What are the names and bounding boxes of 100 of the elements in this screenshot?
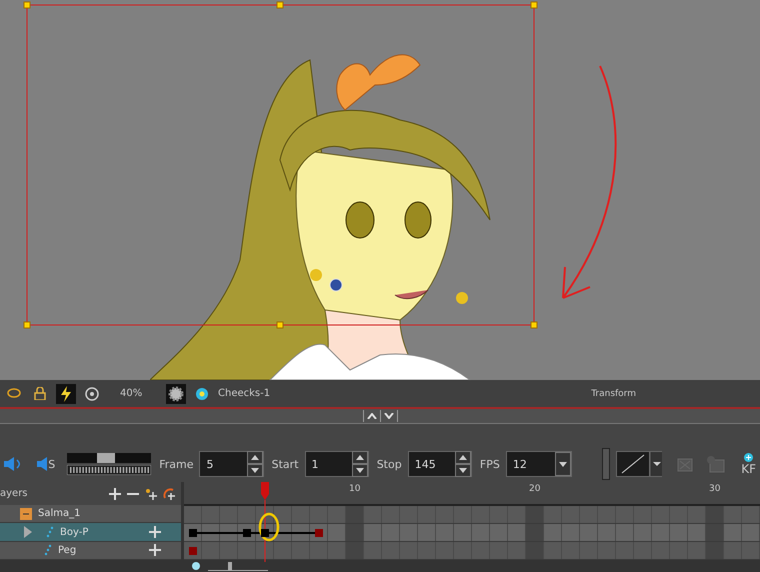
- frame-cell[interactable]: [544, 506, 562, 524]
- frame-cell[interactable]: [670, 506, 688, 524]
- frame-cell[interactable]: [472, 506, 490, 524]
- frame-cell[interactable]: [400, 542, 418, 559]
- frame-cell[interactable]: [274, 542, 292, 559]
- frame-cell[interactable]: [508, 524, 526, 542]
- frame-cell[interactable]: [436, 542, 454, 559]
- frame-cell[interactable]: [436, 524, 454, 542]
- frame-cell[interactable]: [310, 506, 328, 524]
- frame-cell[interactable]: [742, 542, 760, 559]
- frame-cell[interactable]: [544, 542, 562, 559]
- frame-cell[interactable]: [346, 506, 364, 524]
- frame-cell[interactable]: [652, 506, 670, 524]
- add-peg-icon[interactable]: [145, 488, 157, 500]
- frame-cell[interactable]: [580, 506, 598, 524]
- keyframe[interactable]: [261, 529, 270, 538]
- frame-cell[interactable]: [616, 542, 634, 559]
- frame-cell[interactable]: [688, 542, 706, 559]
- frame-cell[interactable]: [364, 542, 382, 559]
- splitter-handle[interactable]: [602, 448, 610, 480]
- frame-ruler[interactable]: 10 20 30: [184, 482, 760, 506]
- frame-cell[interactable]: [238, 542, 256, 559]
- spin-down-button[interactable]: [454, 464, 471, 477]
- speaker-icon[interactable]: [4, 457, 22, 471]
- frame-cell[interactable]: [490, 524, 508, 542]
- speaker-icon[interactable]: [37, 457, 48, 471]
- scrollbar[interactable]: [184, 560, 760, 572]
- layer-row[interactable]: Peg: [0, 542, 181, 560]
- playhead[interactable]: [260, 482, 270, 562]
- spin-down-button[interactable]: [246, 464, 263, 477]
- bounding-box[interactable]: [23, 1, 539, 331]
- spin-up-button[interactable]: [454, 451, 471, 464]
- frame-cell[interactable]: [418, 542, 436, 559]
- frame-cell[interactable]: [472, 542, 490, 559]
- frame-cell[interactable]: [634, 506, 652, 524]
- frame-cell[interactable]: [382, 524, 400, 542]
- add-icon[interactable]: [149, 544, 161, 556]
- spin-down-button[interactable]: [352, 464, 368, 477]
- frame-cell[interactable]: [220, 506, 238, 524]
- frame-cell[interactable]: [508, 542, 526, 559]
- collapse-down-button[interactable]: [380, 410, 398, 422]
- keyframe[interactable]: [189, 529, 198, 538]
- frame-cell[interactable]: [742, 506, 760, 524]
- scrollbar[interactable]: [0, 560, 181, 572]
- frame-cell[interactable]: [436, 506, 454, 524]
- frame-cell[interactable]: [184, 506, 202, 524]
- frame-cell[interactable]: [616, 524, 634, 542]
- linear-interpolation-dropdown[interactable]: [616, 451, 662, 477]
- frame-cell[interactable]: [688, 506, 706, 524]
- frame-cell[interactable]: [202, 542, 220, 559]
- frame-cell[interactable]: [346, 542, 364, 559]
- frame-cell[interactable]: [706, 506, 724, 524]
- frame-cell[interactable]: [724, 542, 742, 559]
- frame-cell[interactable]: [364, 506, 382, 524]
- frame-cell[interactable]: [562, 542, 580, 559]
- frame-cell[interactable]: [202, 506, 220, 524]
- frame-cell[interactable]: [364, 524, 382, 542]
- frame-cell[interactable]: [418, 524, 436, 542]
- layer-row[interactable]: Boy-P: [0, 523, 181, 542]
- frame-cell[interactable]: [742, 524, 760, 542]
- add-effect-icon[interactable]: [163, 488, 175, 500]
- frame-cell[interactable]: [382, 542, 400, 559]
- spin-up-button[interactable]: [352, 451, 368, 464]
- frame-cell[interactable]: [328, 542, 346, 559]
- frame-cell[interactable]: [292, 542, 310, 559]
- frame-cell[interactable]: [526, 506, 544, 524]
- frame-cell[interactable]: [274, 506, 292, 524]
- frame-cell[interactable]: [634, 542, 652, 559]
- zoom-slider[interactable]: [208, 562, 268, 570]
- frame-cell[interactable]: [652, 542, 670, 559]
- frame-cell[interactable]: [670, 524, 688, 542]
- frame-cell[interactable]: [418, 506, 436, 524]
- frame-cell[interactable]: [670, 542, 688, 559]
- frame-cell[interactable]: [454, 506, 472, 524]
- frame-cell[interactable]: [400, 524, 418, 542]
- frame-cell[interactable]: [526, 524, 544, 542]
- collapse-up-button[interactable]: [362, 410, 380, 422]
- frame-cell[interactable]: [256, 542, 274, 559]
- frame-cell[interactable]: [706, 542, 724, 559]
- spin-field[interactable]: 5: [199, 451, 264, 477]
- frame-cell[interactable]: [292, 506, 310, 524]
- frame-cell[interactable]: [598, 506, 616, 524]
- frame-cell[interactable]: [454, 542, 472, 559]
- frame-cell[interactable]: [346, 524, 364, 542]
- frame-cell[interactable]: [634, 524, 652, 542]
- frame-cell[interactable]: [598, 542, 616, 559]
- slider-thumb[interactable]: [96, 453, 115, 463]
- frame-cell[interactable]: [490, 506, 508, 524]
- expand-triangle-icon[interactable]: [24, 526, 32, 538]
- frame-cell[interactable]: [724, 506, 742, 524]
- spin-field[interactable]: 145: [408, 451, 472, 477]
- gear-icon[interactable]: [166, 384, 186, 404]
- frame-cell[interactable]: [238, 506, 256, 524]
- layer-row[interactable]: Salma_1: [0, 505, 181, 524]
- volume-slider[interactable]: [67, 453, 152, 463]
- frame-cell[interactable]: [580, 542, 598, 559]
- slider-thumb[interactable]: [228, 562, 232, 570]
- frame-cell[interactable]: [472, 524, 490, 542]
- frame-cell[interactable]: [220, 542, 238, 559]
- spin-up-button[interactable]: [246, 451, 263, 464]
